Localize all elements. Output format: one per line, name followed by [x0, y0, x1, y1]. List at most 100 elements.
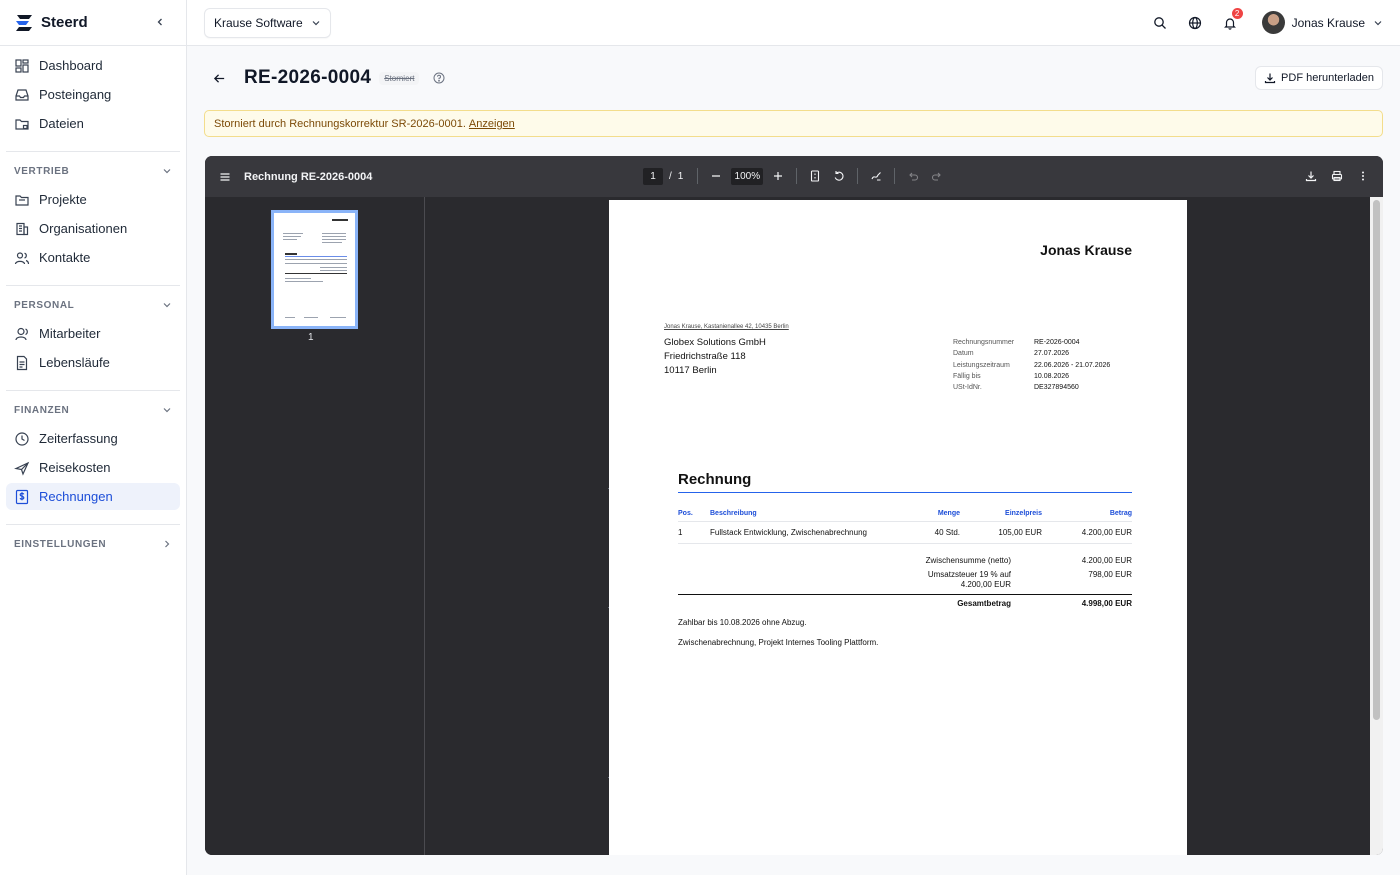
more-options-button[interactable] — [1354, 167, 1372, 185]
total-label: Gesamtbetrag — [957, 598, 1011, 608]
sidebar-item-label: Posteingang — [39, 87, 112, 102]
col-amount: Betrag — [1109, 510, 1132, 517]
fit-page-button[interactable] — [806, 167, 824, 185]
nav-section-einstellungen[interactable]: EINSTELLUNGEN — [0, 531, 186, 557]
sidebar-item-reisekosten[interactable]: Reisekosten — [6, 454, 180, 481]
pdf-toolbar-right — [1294, 167, 1372, 185]
sidebar-item-label: Organisationen — [39, 221, 128, 236]
project-note: Zwischenabrechnung, Projekt Internes Too… — [678, 638, 879, 647]
download-pdf-label: PDF herunterladen — [1281, 72, 1374, 84]
company-select[interactable]: Krause Software — [204, 7, 331, 38]
topbar: Krause Software 2 Jonas Krause — [187, 0, 1400, 46]
sidebar-item-dashboard[interactable]: Dashboard — [6, 52, 180, 79]
page-thumbnail[interactable] — [271, 210, 358, 329]
pdf-controls: 1 / 1 100% — [643, 167, 946, 185]
redo-button[interactable] — [928, 167, 946, 185]
col-pos: Pos. — [678, 510, 693, 517]
brand-name: Steerd — [41, 14, 88, 31]
language-button[interactable] — [1185, 13, 1205, 33]
nav-personal: Mitarbeiter Lebensläufe — [0, 318, 186, 384]
fit-page-icon — [811, 170, 820, 182]
sidebar-item-label: Dashboard — [39, 58, 103, 73]
redo-icon — [932, 172, 942, 181]
sidebar-item-projekte[interactable]: Projekte — [6, 186, 180, 213]
plus-icon — [774, 172, 783, 180]
meta-label: Fällig bis — [953, 372, 981, 380]
undo-icon — [909, 172, 919, 181]
invoice-return-address: Jonas Krause, Kastanienallee 42, 10435 B… — [664, 324, 789, 330]
sidebar-item-rechnungen[interactable]: Rechnungen — [6, 483, 180, 510]
chevron-down-icon — [163, 303, 171, 308]
plane-icon — [14, 461, 30, 476]
pdf-download-button[interactable] — [1302, 167, 1320, 185]
nav-divider — [6, 285, 180, 286]
menu-icon — [220, 172, 230, 181]
zoom-input[interactable]: 100% — [731, 167, 764, 185]
help-button[interactable] — [432, 71, 446, 85]
nav-section-finanzen[interactable]: FINANZEN — [0, 397, 186, 423]
tax-row: Umsatzsteuer 19 % auf 4.200,00 EUR 798,00… — [678, 570, 1132, 591]
col-qty: Menge — [937, 510, 960, 517]
page-separator: / — [669, 170, 672, 182]
cell-pos: 1 — [678, 528, 683, 537]
meta-label: Rechnungsnummer — [953, 339, 1015, 346]
chevron-left-icon — [157, 18, 162, 26]
document-pane[interactable]: Jonas Krause Jonas Krause, Kastanienalle… — [425, 197, 1370, 855]
print-button[interactable] — [1328, 167, 1346, 185]
document-icon — [16, 355, 28, 370]
cancellation-alert: Storniert durch Rechnungskorrektur SR-20… — [204, 110, 1383, 137]
pen-icon — [871, 172, 882, 181]
invoice-meta: Rechnungsnummer RE-2026-0004 Datum 27.07.2… — [953, 337, 1110, 393]
col-desc: Beschreibung — [710, 510, 757, 517]
total-value: 4.998,00 EUR — [1081, 598, 1132, 608]
back-button[interactable] — [209, 68, 229, 88]
page-number-input[interactable]: 1 — [643, 167, 663, 185]
meta-label: USt-IdNr. — [953, 384, 982, 392]
sidebar-item-lebenslaeufe[interactable]: Lebensläufe — [6, 349, 180, 376]
pdf-toolbar: Rechnung RE-2026-0004 1 / 1 100% — [205, 156, 1383, 197]
meta-label: Leistungszeitraum — [953, 361, 1010, 369]
thumbnail-sidebar: 1 — [205, 197, 425, 855]
dashboard-icon — [15, 58, 29, 73]
tax-label-line: 4.200,00 EUR — [960, 580, 1011, 589]
nav-section-vertrieb[interactable]: VERTRIEB — [0, 158, 186, 184]
alert-view-link[interactable]: Anzeigen — [469, 118, 515, 130]
annotate-button[interactable] — [867, 167, 885, 185]
meta-value: 22.06.2026 - 21.07.2026 — [1034, 361, 1111, 369]
nav-main: Dashboard Posteingang Dateien — [0, 46, 186, 145]
folder-lock-icon — [15, 118, 29, 130]
download-pdf-button[interactable]: PDF herunterladen — [1255, 66, 1383, 90]
sidebar-item-posteingang[interactable]: Posteingang — [6, 81, 180, 108]
cell-desc: Fullstack Entwicklung, Zwischenabrechnun… — [710, 528, 867, 537]
meta-row: USt-IdNr. DE327894560 — [953, 382, 1110, 393]
user-menu[interactable]: Jonas Krause — [1261, 11, 1383, 34]
nav-section-label: EINSTELLUNGEN — [14, 538, 107, 550]
toggle-sidebar-button[interactable] — [216, 168, 234, 186]
sidebar-item-dateien[interactable]: Dateien — [6, 110, 180, 137]
sidebar-item-zeiterfassung[interactable]: Zeiterfassung — [6, 425, 180, 452]
sidebar-item-organisationen[interactable]: Organisationen — [6, 215, 180, 242]
zoom-out-button[interactable] — [707, 167, 725, 185]
user-name: Jonas Krause — [1291, 15, 1365, 30]
steerd-logo-icon — [16, 14, 32, 31]
top-actions: 2 Jonas Krause — [1135, 7, 1383, 34]
tax-label-line: Umsatzsteuer 19 % auf — [927, 569, 1011, 579]
rotate-button[interactable] — [830, 167, 848, 185]
globe-icon — [1188, 16, 1201, 29]
sidebar-item-mitarbeiter[interactable]: Mitarbeiter — [6, 320, 180, 347]
main: Krause Software 2 Jonas Krause RE-2026-0… — [187, 0, 1400, 875]
sidebar-item-label: Kontakte — [39, 250, 91, 265]
collapse-sidebar-button[interactable] — [152, 14, 168, 30]
notification-count-badge: 2 — [1231, 7, 1243, 19]
zoom-in-button[interactable] — [769, 167, 787, 185]
notifications-button[interactable]: 2 — [1220, 7, 1243, 33]
sidebar-item-kontakte[interactable]: Kontakte — [6, 244, 180, 271]
search-button[interactable] — [1150, 13, 1170, 33]
undo-button[interactable] — [904, 167, 922, 185]
nav-section-personal[interactable]: PERSONAL — [0, 292, 186, 318]
minus-icon — [712, 175, 721, 177]
scrollbar-thumb[interactable] — [1373, 200, 1380, 720]
meta-label: Datum — [953, 350, 974, 358]
chevron-down-icon — [1374, 20, 1382, 25]
document-scrollbar[interactable] — [1370, 197, 1383, 855]
